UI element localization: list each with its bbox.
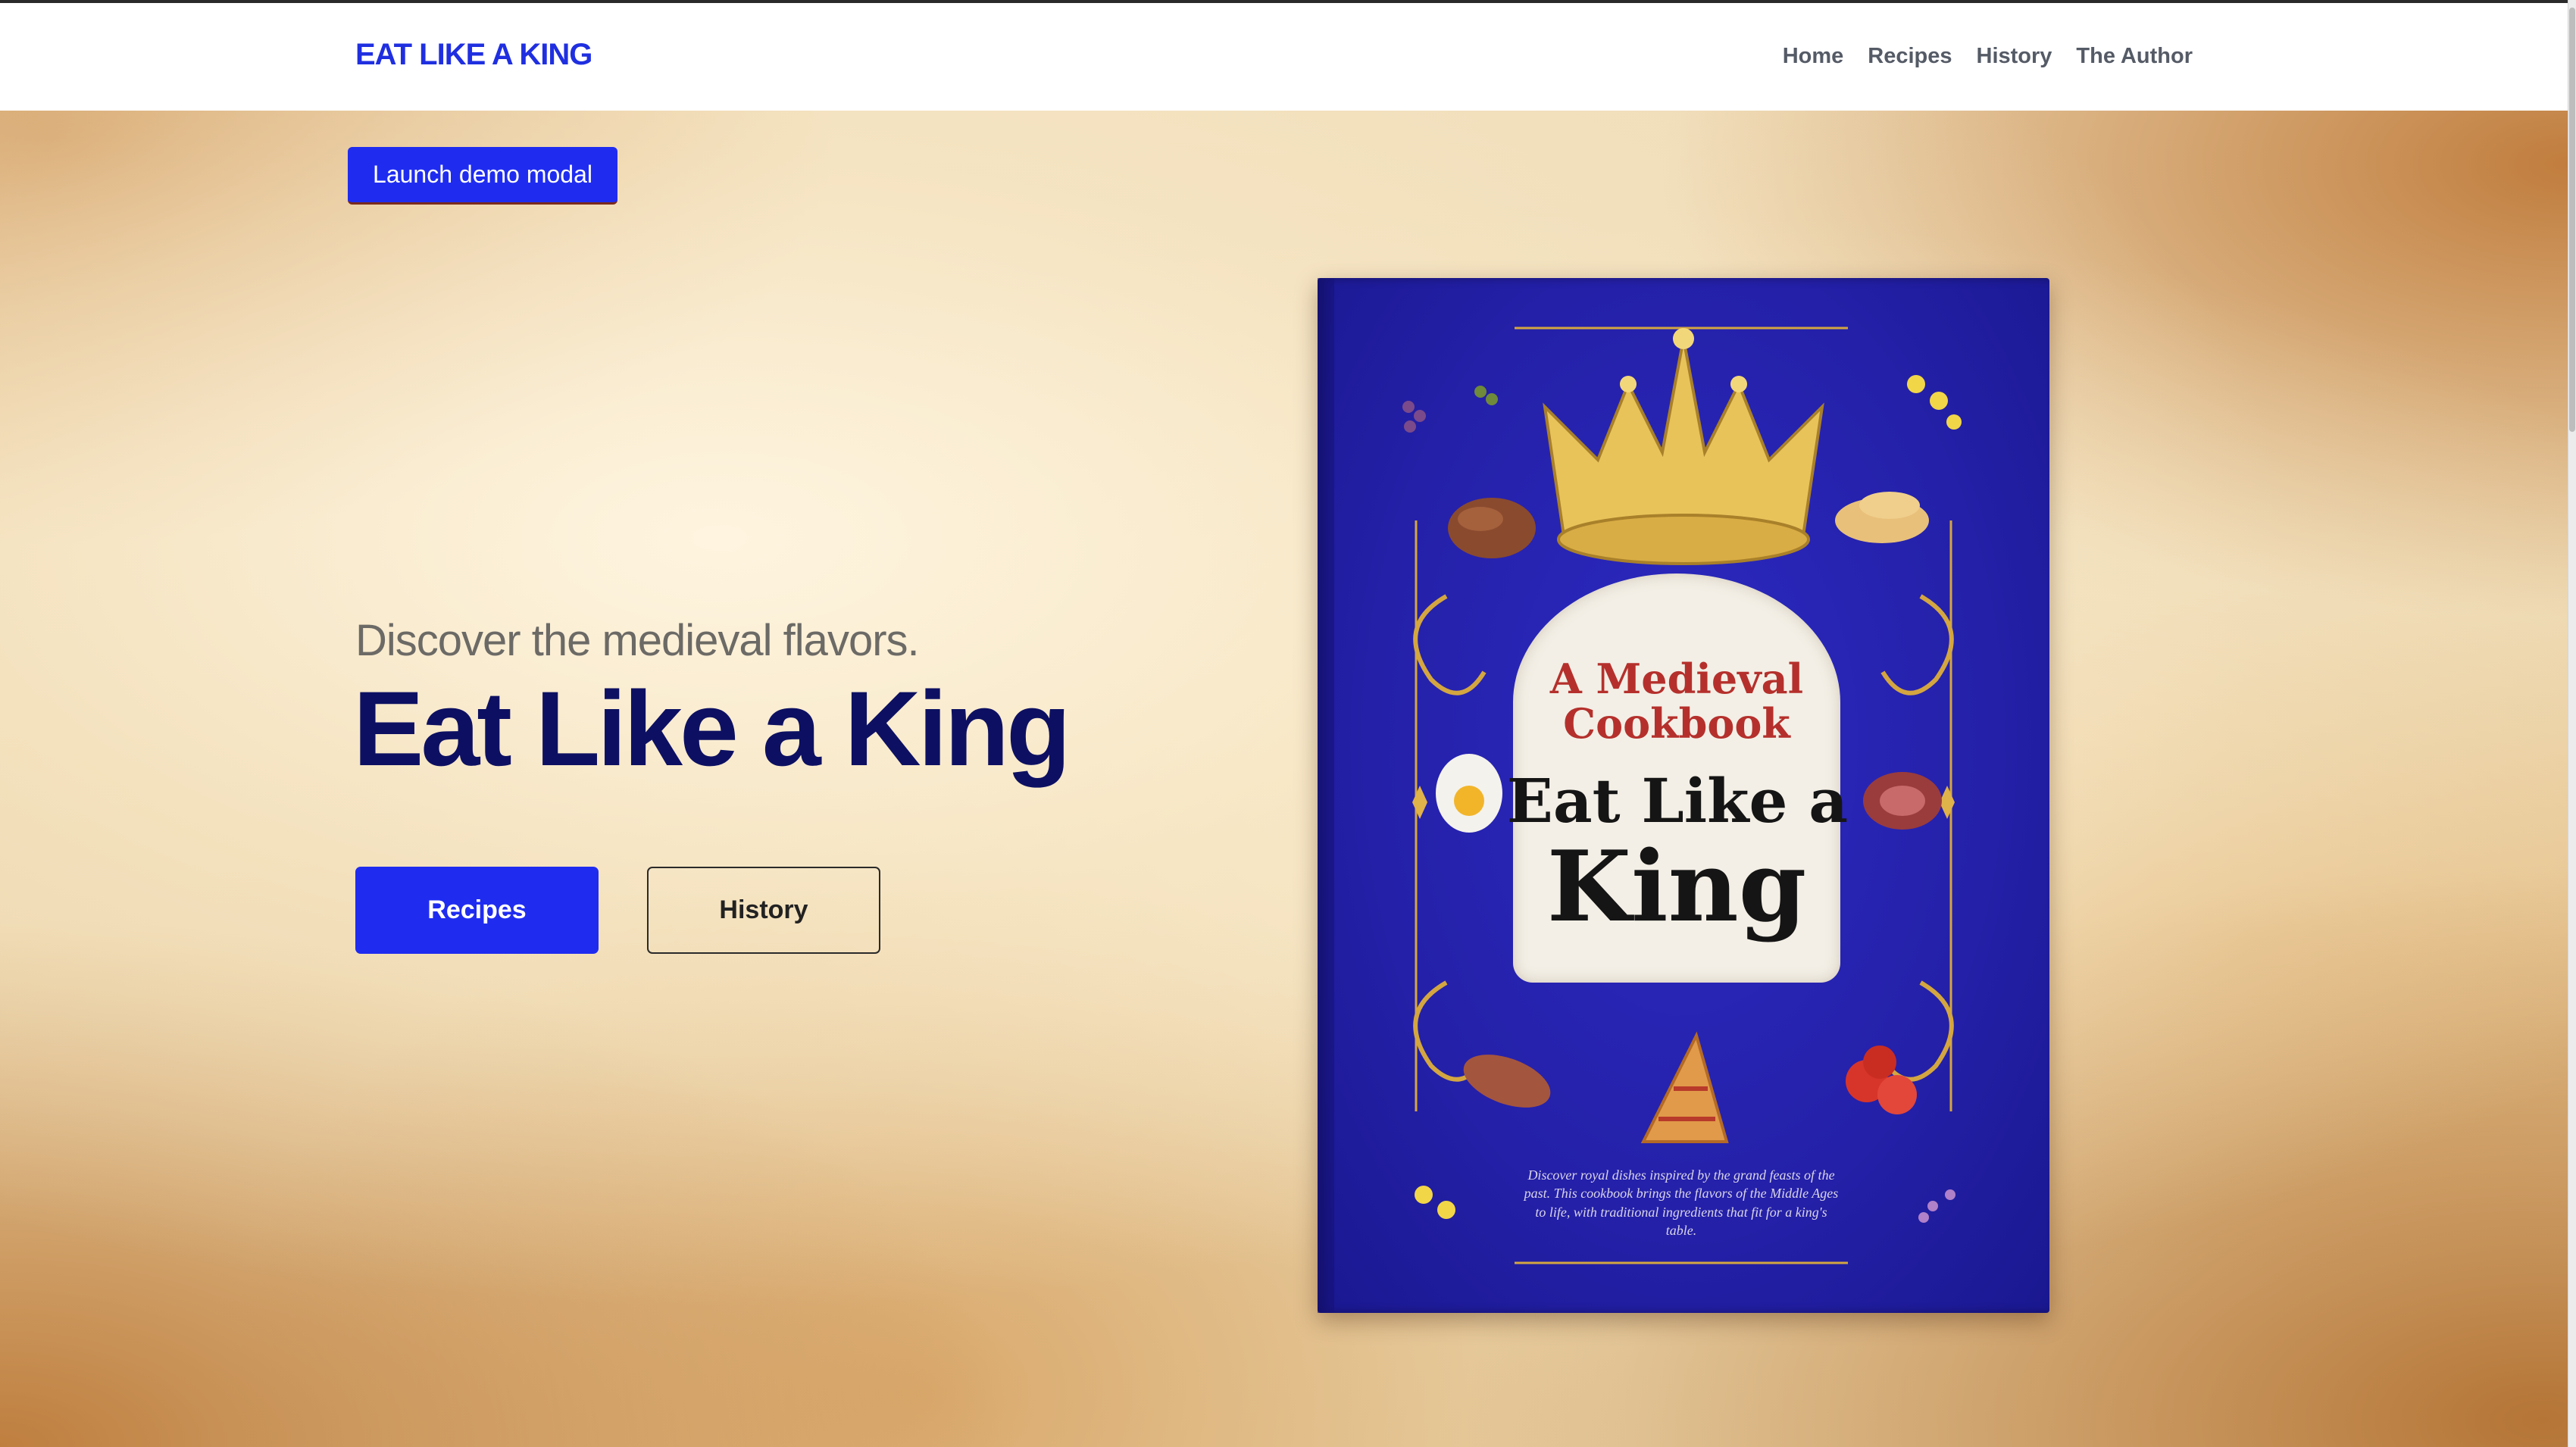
nav-link-the-author[interactable]: The Author — [2076, 44, 2193, 69]
nav-links: Home Recipes History The Author — [1783, 44, 2193, 69]
hero-subtitle: Discover the medieval flavors. — [355, 616, 920, 665]
page-scrollbar[interactable] — [2568, 0, 2576, 1447]
bread-illustration — [1835, 492, 1929, 543]
brand-logo[interactable]: EAT LIKE A KING — [355, 38, 592, 72]
book-cover-title-line1: Eat Like a — [1506, 765, 1849, 836]
nav-link-home[interactable]: Home — [1783, 44, 1844, 69]
recipes-button[interactable]: Recipes — [355, 867, 599, 954]
book-cover-title-line2: King — [1546, 830, 1807, 944]
roast-chicken-illustration — [1448, 498, 1536, 558]
navbar: EAT LIKE A KING Home Recipes History The… — [0, 3, 2568, 111]
launch-demo-modal-button[interactable]: Launch demo modal — [348, 147, 617, 205]
history-button[interactable]: History — [647, 867, 880, 954]
crown-illustration — [1543, 328, 1824, 565]
scrollbar-thumb[interactable] — [2569, 8, 2575, 432]
sausage-illustration — [1463, 1055, 1551, 1108]
book-cover-subtitle: A Medieval Cookbook — [1549, 655, 1804, 749]
egg-illustration — [1436, 754, 1502, 833]
grape-vine-illustration — [1402, 386, 1498, 433]
meat-illustration — [1863, 772, 1942, 830]
nav-link-history[interactable]: History — [1977, 44, 2052, 69]
nav-link-recipes[interactable]: Recipes — [1868, 44, 1952, 69]
hero-title: Eat Like a King — [353, 669, 1071, 788]
book-cover-blurb: Discover royal dishes inspired by the gr… — [1524, 1167, 1839, 1238]
book-cover-image: A Medieval Cookbook Eat Like a King Disc… — [1318, 278, 2049, 1313]
tomatoes-illustration — [1846, 1045, 1917, 1114]
pie-slice-illustration — [1640, 1031, 1729, 1143]
lavender-illustration — [1918, 1189, 1955, 1223]
